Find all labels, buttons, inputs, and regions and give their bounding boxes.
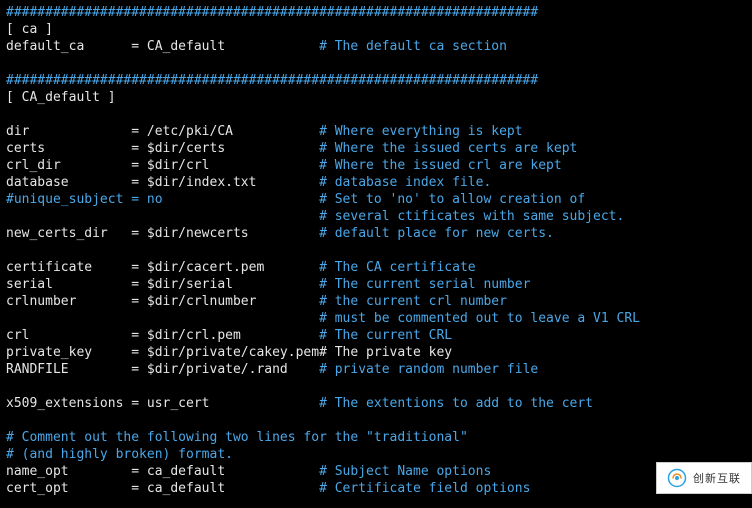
comment: # The current serial number — [319, 277, 530, 292]
comment: # The CA certificate — [319, 260, 476, 275]
config-file-view: ########################################… — [0, 0, 752, 501]
config-line: RANDFILE = $dir/private/.rand — [6, 362, 319, 377]
watermark-text: 创新互联 — [693, 470, 741, 486]
watermark-logo-icon — [667, 468, 687, 488]
config-line: new_certs_dir = $dir/newcerts — [6, 226, 319, 241]
comment: # Set to 'no' to allow creation of — [319, 192, 585, 207]
section-header: [ CA_default ] — [6, 90, 116, 105]
config-line: name_opt = ca_default — [6, 464, 319, 479]
comment: # The default ca section — [319, 39, 507, 54]
config-line: database = $dir/index.txt — [6, 175, 319, 190]
commented-setting: #unique_subject = no — [6, 192, 319, 207]
comment: # database index file. — [319, 175, 491, 190]
config-line: crl_dir = $dir/crl — [6, 158, 319, 173]
config-line: default_ca = CA_default — [6, 39, 319, 54]
comment: # Subject Name options — [319, 464, 491, 479]
config-line: dir = /etc/pki/CA — [6, 124, 319, 139]
inline-comment: # The private key — [319, 345, 452, 360]
comment: # private random number file — [319, 362, 538, 377]
comment-line: ########################################… — [6, 73, 538, 88]
comment: # the current crl number — [319, 294, 507, 309]
comment-continuation: # must be commented out to leave a V1 CR… — [319, 311, 640, 326]
comment-continuation: # several ctificates with same subject. — [319, 209, 624, 224]
config-line: serial = $dir/serial — [6, 277, 319, 292]
comment: # The extentions to add to the cert — [319, 396, 593, 411]
comment: # Certificate field options — [319, 481, 530, 496]
comment-line: ########################################… — [6, 5, 538, 20]
config-line: x509_extensions = usr_cert — [6, 396, 319, 411]
config-line: crlnumber = $dir/crlnumber — [6, 294, 319, 309]
config-line: private_key = $dir/private/cakey.pem — [6, 345, 319, 360]
section-header: [ ca ] — [6, 22, 53, 37]
config-line: certificate = $dir/cacert.pem — [6, 260, 319, 275]
comment-line: # (and highly broken) format. — [6, 447, 233, 462]
config-line: crl = $dir/crl.pem — [6, 328, 319, 343]
comment: # The current CRL — [319, 328, 452, 343]
watermark-badge: 创新互联 — [656, 462, 752, 494]
comment-line: # Comment out the following two lines fo… — [6, 430, 468, 445]
config-line: certs = $dir/certs — [6, 141, 319, 156]
comment: # Where everything is kept — [319, 124, 523, 139]
comment: # Where the issued crl are kept — [319, 158, 562, 173]
comment: # Where the issued certs are kept — [319, 141, 577, 156]
config-line: cert_opt = ca_default — [6, 481, 319, 496]
comment: # default place for new certs. — [319, 226, 554, 241]
